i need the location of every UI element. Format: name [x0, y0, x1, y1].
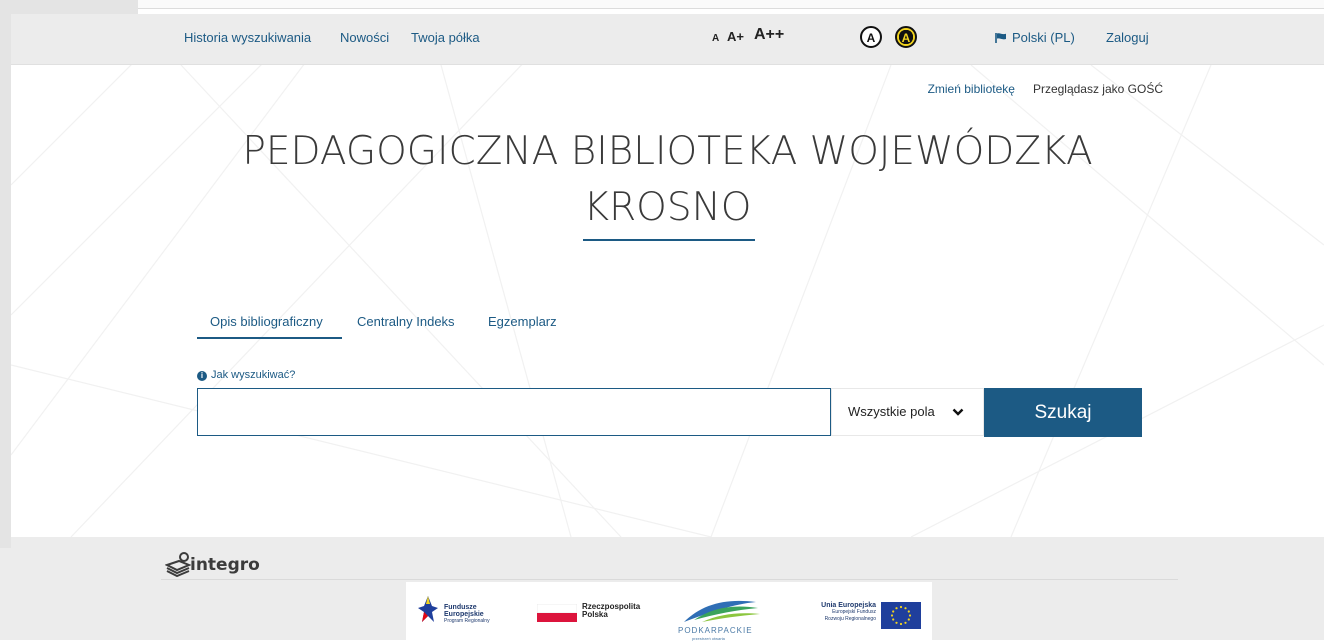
account-links: Zmień bibliotekę Przeglądasz jako GOŚĆ [928, 82, 1163, 96]
podkarpackie-tagline: przestrzeń otwarta [692, 636, 725, 641]
eu-flag-icon [881, 602, 921, 629]
contrast-normal-button[interactable]: A [860, 26, 882, 48]
contrast-high-button[interactable]: A [895, 26, 917, 48]
polish-flag-icon [537, 604, 577, 622]
search-field-label: Wszystkie pola [848, 404, 935, 419]
chevron-down-icon [952, 408, 964, 416]
guest-status-text: Przeglądasz jako GOŚĆ [1032, 82, 1163, 96]
rp-line2: Polska [582, 610, 608, 619]
search-button[interactable]: Szukaj [984, 388, 1142, 437]
main-content: Zmień bibliotekę Przeglądasz jako GOŚĆ PE… [11, 65, 1324, 537]
font-size-medium-button[interactable]: A+ [727, 29, 744, 44]
info-icon: i [197, 371, 207, 381]
podkarpackie-wordmark: PODKARPACKIE [678, 626, 753, 635]
fe-line3: Program Regionalny [444, 618, 490, 624]
library-title-line1: PEDAGOGICZNA BIBLIOTEKA WOJEWÓDZKA [242, 129, 1093, 174]
window-frame-left [0, 0, 11, 548]
library-title-line2: KROSNO [583, 185, 752, 230]
change-library-link[interactable]: Zmień bibliotekę [928, 82, 1015, 96]
podkarpackie-hills-icon [684, 600, 760, 622]
nav-news-link[interactable]: Nowości [340, 30, 389, 45]
integro-wordmark: integro [190, 555, 260, 575]
footer: integro Fundusze Europejskie Program Reg… [11, 537, 1324, 641]
top-navigation-bar: Historia wyszukiwania Nowości Twoja półk… [11, 14, 1324, 65]
podkarpackie-logo: PODKARPACKIE przestrzeń otwarta [678, 596, 762, 641]
active-tab-indicator [197, 337, 342, 339]
tab-copy[interactable]: Egzemplarz [488, 314, 557, 329]
login-link[interactable]: Zaloguj [1106, 30, 1149, 45]
integro-book-icon [165, 552, 191, 577]
font-size-small-button[interactable]: A [712, 33, 719, 44]
search-help-label: Jak wyszukiwać? [211, 369, 296, 381]
fe-line2: Europejskie [444, 611, 484, 618]
window-top-strip [138, 0, 1324, 9]
ue-line3: Rozwoju Regionalnego [824, 616, 876, 622]
language-selector[interactable]: Polski (PL) [995, 30, 1075, 45]
language-label: Polski (PL) [1012, 30, 1075, 45]
ue-line1: Unia Europejska [821, 602, 876, 609]
search-field-select[interactable]: Wszystkie pola [831, 388, 984, 436]
nav-search-history-link[interactable]: Historia wyszukiwania [184, 30, 311, 45]
ue-line2: Europejski Fundusz [832, 609, 876, 615]
search-input[interactable] [197, 388, 831, 436]
title-underline [583, 239, 755, 241]
tab-bibliographic-description[interactable]: Opis bibliograficzny [210, 314, 323, 329]
flag-icon [995, 33, 1006, 43]
fe-line1: Fundusze [444, 604, 477, 611]
fe-star-icon [418, 596, 438, 622]
font-size-large-button[interactable]: A++ [754, 26, 784, 44]
nav-shelf-link[interactable]: Twoja półka [411, 30, 480, 45]
window-frame-left-footer [0, 548, 11, 640]
search-help-link[interactable]: i Jak wyszukiwać? [197, 369, 295, 381]
footer-divider [161, 579, 1178, 580]
tab-central-index[interactable]: Centralny Indeks [357, 314, 455, 329]
window-frame-top-left [0, 0, 138, 14]
funding-logos-strip: Fundusze Europejskie Program Regionalny … [406, 582, 932, 641]
